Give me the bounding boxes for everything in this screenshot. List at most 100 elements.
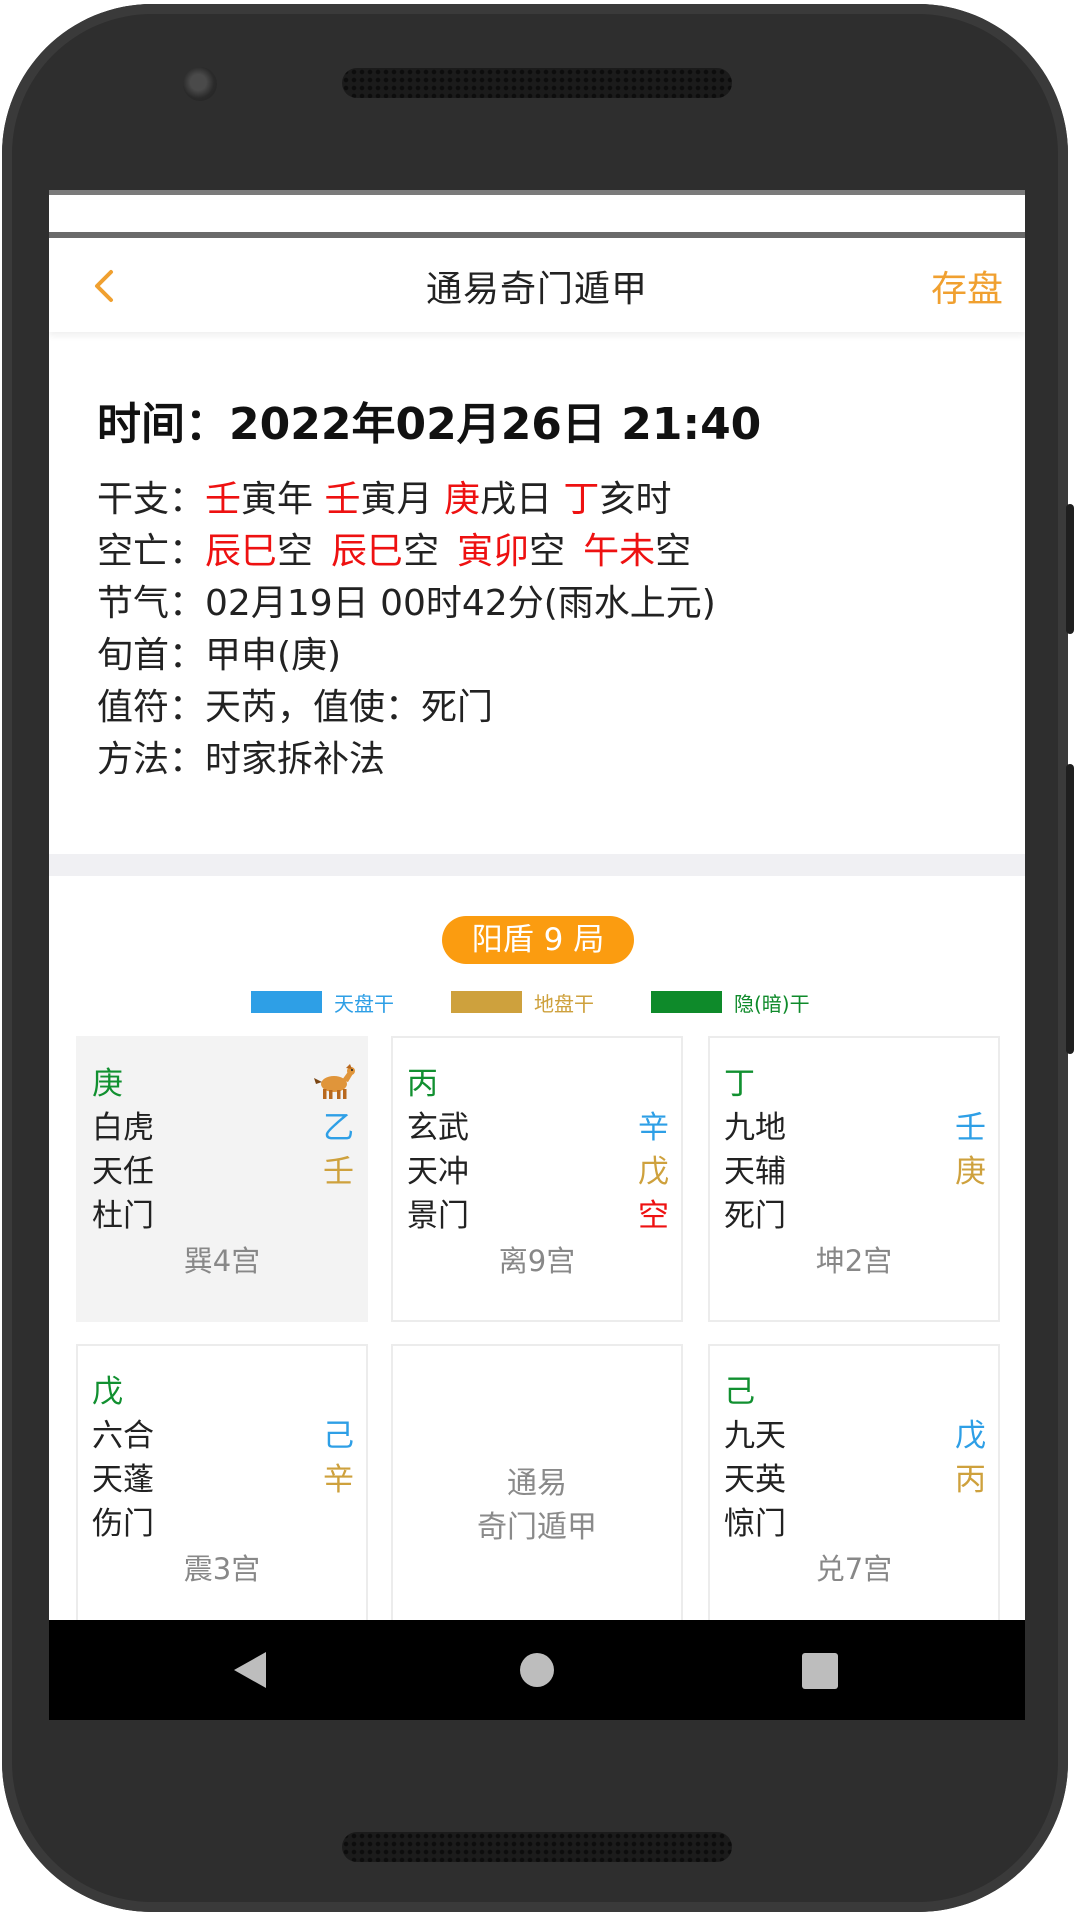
- time-label: 时间：: [97, 399, 229, 450]
- hidden-stem: 戊: [92, 1374, 123, 1410]
- kongwang-year: 辰巳: [205, 531, 278, 572]
- xunshou-line: 旬首：甲申(庚): [97, 630, 977, 682]
- earth-stem: 戊: [638, 1154, 669, 1190]
- heaven-stem: 己: [323, 1418, 354, 1454]
- ganzhi-line: 干支：壬寅年 壬寅月 庚戌日 丁亥时: [97, 474, 977, 526]
- door-name: 景门: [407, 1198, 469, 1234]
- day-branch: 戌日: [479, 479, 564, 520]
- time-value: 2022年02月26日 21:40: [229, 399, 762, 450]
- center-cell: 通易 奇门遁甲: [391, 1344, 683, 1630]
- section-divider: [49, 854, 1025, 876]
- method-label: 方法：: [97, 739, 206, 780]
- star-name: 天冲: [407, 1154, 469, 1190]
- heaven-stem: 乙: [323, 1110, 354, 1146]
- time-line: 时间：2022年02月26日 21:40: [97, 390, 977, 460]
- system-nav-bar: [49, 1620, 1025, 1720]
- day-stem: 庚: [443, 479, 480, 520]
- method-value: 时家拆补法: [205, 739, 386, 780]
- zhifu-label: 值符：: [97, 687, 206, 728]
- god-name: 玄武: [407, 1110, 469, 1146]
- kongwang-line: 空亡：辰巳空 辰巳空 寅卯空 午未空: [97, 526, 977, 578]
- earth-stem: 辛: [323, 1462, 354, 1498]
- kongwang-month: 辰巳: [331, 531, 404, 572]
- palace-cell-li9[interactable]: 丙 玄武 辛 天冲 戊 景门 空 离9宫: [391, 1036, 683, 1322]
- status-bar-top-line: [49, 190, 1025, 195]
- legend-label: 地盘干: [534, 991, 594, 1016]
- bottom-speaker: [342, 1832, 732, 1862]
- palace-label: 兑7宫: [815, 1552, 893, 1586]
- kongwang-hour: 午未: [583, 531, 656, 572]
- palace-label: 震3宫: [183, 1552, 261, 1586]
- hidden-stem: 丁: [724, 1066, 755, 1102]
- legend-swatch: [451, 991, 522, 1013]
- save-button[interactable]: 存盘: [931, 260, 1003, 312]
- square-recents-icon[interactable]: [802, 1653, 838, 1689]
- method-line: 方法：时家拆补法: [97, 734, 977, 786]
- legend-label: 隐(暗)干: [734, 991, 810, 1016]
- power-button: [1066, 504, 1074, 634]
- palace-label: 离9宫: [498, 1244, 576, 1278]
- jieqi-label: 节气：: [97, 583, 206, 624]
- hidden-stem: 己: [724, 1374, 755, 1410]
- star-name: 天英: [724, 1462, 786, 1498]
- empty-mark: 空: [638, 1198, 669, 1234]
- triangle-back-icon[interactable]: [234, 1652, 266, 1688]
- hidden-stem: 丙: [407, 1066, 438, 1102]
- status-bar: [49, 190, 1025, 238]
- god-name: 九天: [724, 1418, 786, 1454]
- zhifu-line: 值符：天芮，值使：死门: [97, 682, 977, 734]
- palace-cell-kun2[interactable]: 丁 九地 壬 天辅 庚 死门 坤2宫: [708, 1036, 1000, 1322]
- legend-heaven: 天盘干: [251, 988, 394, 1016]
- heaven-stem: 辛: [638, 1110, 669, 1146]
- month-stem: 壬: [324, 479, 361, 520]
- zhifu-value: 天芮，值使：死门: [205, 687, 494, 728]
- hour-branch: 亥时: [599, 479, 672, 520]
- jieqi-line: 节气：02月19日 00时42分(雨水上元): [97, 578, 977, 630]
- xunshou-value: 甲申(庚): [205, 635, 342, 676]
- door-name: 杜门: [92, 1198, 154, 1234]
- door-name: 惊门: [724, 1506, 786, 1542]
- star-name: 天蓬: [92, 1462, 154, 1498]
- palace-cell-zhen3[interactable]: 戊 六合 己 天蓬 辛 伤门 震3宫: [76, 1344, 368, 1630]
- legend-earth: 地盘干: [451, 988, 594, 1016]
- door-name: 死门: [724, 1198, 786, 1234]
- earth-stem: 丙: [955, 1462, 986, 1498]
- horse-icon: [314, 1064, 355, 1099]
- jieqi-value: 02月19日 00时42分(雨水上元): [205, 583, 716, 624]
- hour-stem: 丁: [563, 479, 600, 520]
- volume-button: [1066, 764, 1074, 1054]
- chart-info: 时间：2022年02月26日 21:40 干支：壬寅年 壬寅月 庚戌日 丁亥时 …: [97, 390, 977, 786]
- heaven-stem: 壬: [955, 1110, 986, 1146]
- legend-label: 天盘干: [334, 991, 394, 1016]
- god-name: 白虎: [92, 1110, 154, 1146]
- palace-label: 巽4宫: [183, 1244, 261, 1278]
- kongwang-suffix: 空: [655, 531, 692, 572]
- top-speaker: [342, 68, 732, 98]
- legend-swatch: [651, 991, 722, 1013]
- year-stem: 壬: [205, 479, 242, 520]
- god-name: 九地: [724, 1110, 786, 1146]
- screen: 通易奇门遁甲 存盘 时间：2022年02月26日 21:40 干支：壬寅年 壬寅…: [49, 190, 1025, 1720]
- palace-cell-dui7[interactable]: 己 九天 戊 天英 丙 惊门 兑7宫: [708, 1344, 1000, 1630]
- page-title: 通易奇门遁甲: [425, 269, 648, 310]
- app-bar: 通易奇门遁甲 存盘: [49, 238, 1025, 332]
- earth-stem: 壬: [323, 1154, 354, 1190]
- front-camera: [183, 67, 217, 101]
- palace-label: 坤2宫: [815, 1244, 893, 1278]
- legend-swatch: [251, 991, 322, 1013]
- circle-home-icon[interactable]: [520, 1653, 554, 1687]
- heaven-stem: 戊: [955, 1418, 986, 1454]
- year-branch: 寅年: [241, 479, 325, 520]
- xunshou-label: 旬首：: [97, 635, 206, 676]
- ganzhi-label: 干支：: [97, 479, 206, 520]
- kongwang-suffix: 空: [529, 531, 566, 572]
- kongwang-label: 空亡：: [97, 531, 206, 572]
- earth-stem: 庚: [955, 1154, 986, 1190]
- kongwang-suffix: 空: [277, 531, 314, 572]
- door-name: 伤门: [92, 1506, 154, 1542]
- hidden-stem: 庚: [92, 1066, 123, 1102]
- palace-cell-xun4[interactable]: 庚 白虎 乙 天任 壬 杜门 巽4宫: [76, 1036, 368, 1322]
- legend-hidden: 隐(暗)干: [651, 988, 810, 1016]
- month-branch: 寅月: [360, 479, 444, 520]
- ju-badge: 阳盾 9 局: [442, 916, 634, 964]
